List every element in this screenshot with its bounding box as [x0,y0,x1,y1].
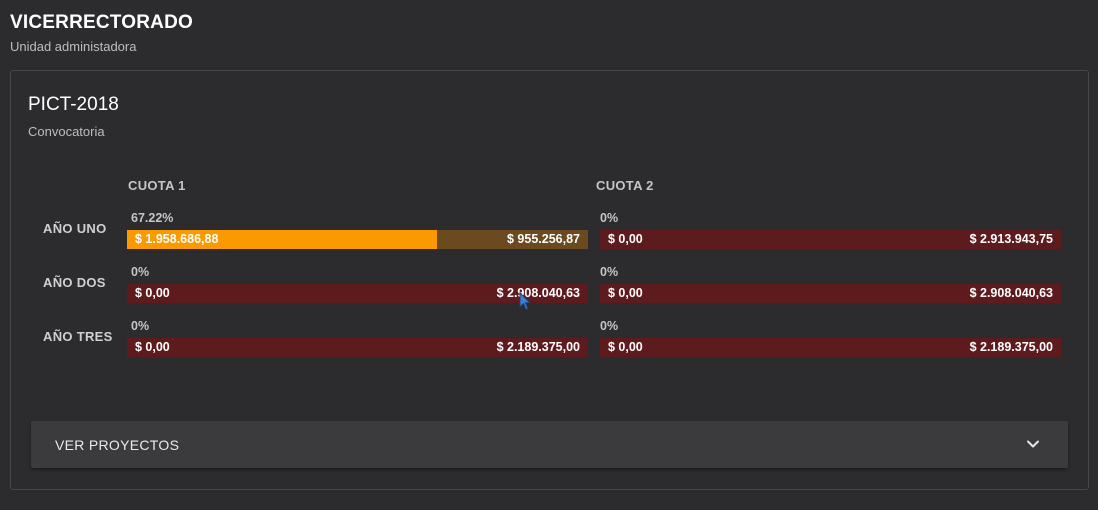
page-header: VICERRECTORADO Unidad administadora [10,12,193,54]
percent-label: 0% [600,319,619,333]
paid-amount: $ 1.958.686,88 [135,232,219,246]
due-amount: $ 2.189.375,00 [969,340,1053,354]
page-subtitle: Unidad administadora [10,39,137,54]
progress-bar: $ 0,00 $ 2.189.375,00 [127,338,588,357]
row-label-ano-tres: AÑO TRES [43,329,113,344]
progress-bar: $ 0,00 $ 2.908.040,63 [600,284,1061,303]
chevron-down-icon[interactable] [1026,437,1040,451]
paid-amount: $ 0,00 [135,286,170,300]
progress-bar: $ 0,00 $ 2.189.375,00 [600,338,1061,357]
mouse-cursor-icon [519,292,531,311]
due-amount: $ 955.256,87 [507,232,580,246]
paid-amount: $ 0,00 [608,232,643,246]
percent-label: 0% [131,265,150,279]
card-title: PICT-2018 [28,94,119,115]
percent-label: 0% [600,211,619,225]
row-label-ano-dos: AÑO DOS [43,275,106,290]
column-header-cuota-1: CUOTA 1 [128,178,186,193]
due-amount: $ 2.189.375,00 [496,340,580,354]
paid-amount: $ 0,00 [608,340,643,354]
progress-bar: $ 1.958.686,88 $ 955.256,87 [127,230,588,249]
due-amount: $ 2.908.040,63 [969,286,1053,300]
percent-label: 67.22% [131,211,174,225]
card-subtitle: Convocatoria [28,124,105,139]
convocatoria-card: PICT-2018 Convocatoria CUOTA 1 CUOTA 2 A… [10,70,1089,490]
ver-proyectos-expander[interactable]: VER PROYECTOS [31,421,1068,468]
progress-bar: $ 0,00 $ 2.913.943,75 [600,230,1061,249]
expander-label: VER PROYECTOS [55,437,180,453]
due-amount: $ 2.908.040,63 [496,286,580,300]
page-title: VICERRECTORADO [10,12,193,33]
percent-label: 0% [131,319,150,333]
paid-amount: $ 0,00 [608,286,643,300]
paid-amount: $ 0,00 [135,340,170,354]
column-header-cuota-2: CUOTA 2 [596,178,654,193]
percent-label: 0% [600,265,619,279]
due-amount: $ 2.913.943,75 [969,232,1053,246]
row-label-ano-uno: AÑO UNO [43,221,107,236]
